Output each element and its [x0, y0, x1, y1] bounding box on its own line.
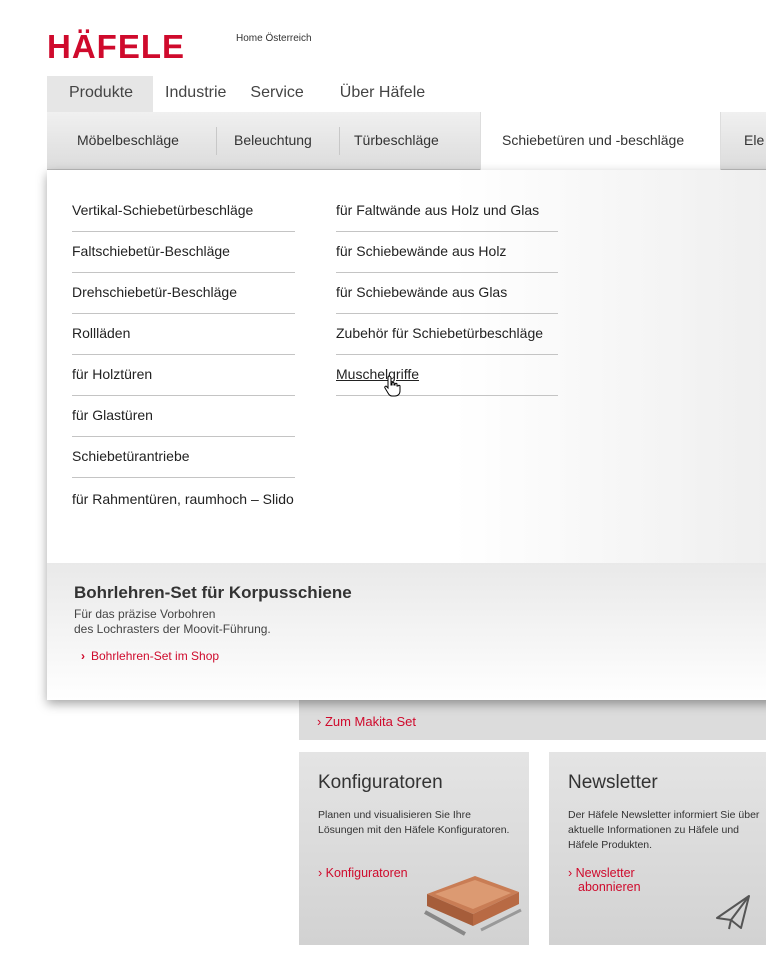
paper-plane-icon — [716, 895, 750, 930]
menu-item-fuer-holztueren[interactable]: für Holztüren — [72, 355, 295, 396]
menu-item-zubehoer[interactable]: Zubehör für Schiebetürbeschläge — [336, 314, 558, 355]
nav-service[interactable]: Service — [238, 76, 315, 112]
subnav-schiebetueren[interactable]: Schiebetüren und -beschläge — [480, 112, 721, 170]
promo-title: Bohrlehren-Set für Korpusschiene — [74, 583, 352, 602]
newsletter-tile: Newsletter Der Häfele Newsletter informi… — [549, 752, 766, 945]
newsletter-title: Newsletter — [568, 772, 658, 793]
menu-item-muschelgriffe[interactable]: Muschelgriffe — [336, 355, 558, 396]
promo-section: Bohrlehren-Set für Korpusschiene Für das… — [47, 563, 766, 700]
nav-produkte[interactable]: Produkte — [47, 76, 154, 112]
menu-column-2: für Faltwände aus Holz und Glas für Schi… — [336, 192, 558, 396]
menu-item-rahmentueren-slido[interactable]: für Rahmentüren, raumhoch – Slido — [72, 478, 295, 520]
menu-item-schiebetuerantriebe[interactable]: Schiebetürantriebe — [72, 437, 295, 478]
promo-description-line1: Für das präzise Vorbohren — [74, 607, 216, 621]
menu-column-1: Vertikal-Schiebetürbeschläge Faltschiebe… — [72, 192, 295, 520]
haefele-logo[interactable]: HÄFELE — [47, 28, 185, 66]
main-nav: Produkte Industrie Service Über Häfele — [47, 76, 766, 112]
menu-item-drehschiebetuer-beschlaege[interactable]: Drehschiebetür-Beschläge — [72, 273, 295, 314]
konfiguratoren-text: Planen und visualisieren Sie Ihre Lösung… — [318, 809, 510, 836]
menu-item-rolllaeden[interactable]: Rollläden — [72, 314, 295, 355]
nav-ueber-haefele[interactable]: Über Häfele — [316, 76, 437, 112]
menu-item-faltwaende[interactable]: für Faltwände aus Holz und Glas — [336, 192, 558, 232]
drawer-image — [424, 876, 522, 936]
page: HÄFELE Home Österreich Produkte Industri… — [0, 0, 766, 963]
cursor-hand-icon — [384, 375, 401, 397]
menu-item-schiebewaende-glas[interactable]: für Schiebewände aus Glas — [336, 273, 558, 314]
subnav-divider — [339, 127, 340, 155]
newsletter-text: Der Häfele Newsletter informiert Sie übe… — [568, 809, 760, 851]
promo-shop-link-label: Bohrlehren-Set im Shop — [91, 649, 220, 663]
konfiguratoren-link[interactable]: › Konfiguratoren — [318, 866, 408, 880]
subnav-beleuchtung[interactable]: Beleuchtung — [234, 132, 312, 148]
konfiguratoren-tile: Konfiguratoren Planen und visualisieren … — [299, 752, 529, 945]
chevron-right-icon: › — [81, 649, 85, 663]
mega-menu-panel: Vertikal-Schiebetürbeschläge Faltschiebe… — [47, 170, 766, 700]
menu-item-schiebewaende-holz[interactable]: für Schiebewände aus Holz — [336, 232, 558, 273]
menu-item-faltschiebetuer-beschlaege[interactable]: Faltschiebetür-Beschläge — [72, 232, 295, 273]
nav-industrie[interactable]: Industrie — [153, 76, 238, 112]
makita-link[interactable]: › Zum Makita Set — [317, 714, 416, 729]
promo-shop-link[interactable]: › Bohrlehren-Set im Shop — [81, 649, 219, 663]
newsletter-link-line2: abonnieren — [578, 880, 641, 894]
subnav-tuerbeschlaege[interactable]: Türbeschläge — [354, 132, 439, 148]
subnav-moebelbeschlaege[interactable]: Möbelbeschläge — [77, 132, 179, 148]
sub-nav: Möbelbeschläge Beleuchtung Türbeschläge … — [47, 112, 766, 170]
promo-description-line2: des Lochrasters der Moovit-Führung. — [74, 622, 271, 636]
newsletter-link[interactable]: › Newsletter abonnieren — [568, 866, 641, 894]
subnav-divider — [216, 127, 217, 155]
makita-tile: › Zum Makita Set — [299, 700, 766, 740]
menu-item-fuer-glastueren[interactable]: für Glastüren — [72, 396, 295, 437]
subnav-ele[interactable]: Ele — [744, 132, 764, 148]
home-oesterreich-link[interactable]: Home Österreich — [236, 33, 312, 44]
promo-description: Für das präzise Vorbohren des Lochraster… — [74, 607, 374, 637]
newsletter-link-line1: › Newsletter — [568, 866, 635, 880]
konfiguratoren-title: Konfiguratoren — [318, 772, 443, 793]
menu-item-vertikal-schiebetuerbeschlaege[interactable]: Vertikal-Schiebetürbeschläge — [72, 192, 295, 232]
